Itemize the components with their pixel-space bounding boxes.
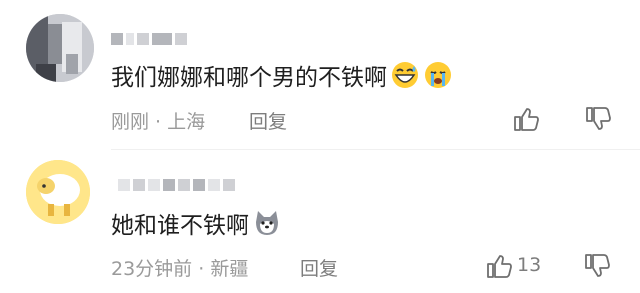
comment-item: 我们娜娜和哪个男的不铁啊 刚刚 · 上海 回复 xyxy=(0,0,640,150)
username-masked[interactable] xyxy=(118,178,235,192)
husky-emoji xyxy=(256,211,278,235)
crying-emoji xyxy=(425,62,451,88)
timestamp: 23分钟前 xyxy=(111,258,193,280)
thumbs-up-icon[interactable] xyxy=(486,253,512,279)
thumbs-down-icon[interactable] xyxy=(585,106,611,132)
timestamp: 刚刚 xyxy=(111,111,150,133)
grinning-sweat-emoji xyxy=(392,62,418,88)
meta-separator: · xyxy=(149,111,168,133)
meta-separator: · xyxy=(192,258,211,280)
like-count: 13 xyxy=(517,254,542,276)
comment-text: 她和谁不铁啊 xyxy=(111,206,282,240)
thumbs-up-icon[interactable] xyxy=(513,106,539,132)
reply-button[interactable]: 回复 xyxy=(300,254,338,281)
comment-meta: 刚刚 · 上海 xyxy=(111,107,205,134)
comment-text: 我们娜娜和哪个男的不铁啊 xyxy=(111,58,453,92)
comment-item: 她和谁不铁啊 23分钟前 · 新疆 回复 13 xyxy=(0,150,640,293)
location: 上海 xyxy=(167,111,206,133)
username-masked[interactable] xyxy=(111,32,187,46)
avatar[interactable] xyxy=(26,160,90,224)
thumbs-down-icon[interactable] xyxy=(584,253,610,279)
location: 新疆 xyxy=(210,258,249,280)
reply-button[interactable]: 回复 xyxy=(249,107,287,134)
avatar[interactable] xyxy=(26,14,94,82)
comment-meta: 23分钟前 · 新疆 xyxy=(111,254,248,281)
